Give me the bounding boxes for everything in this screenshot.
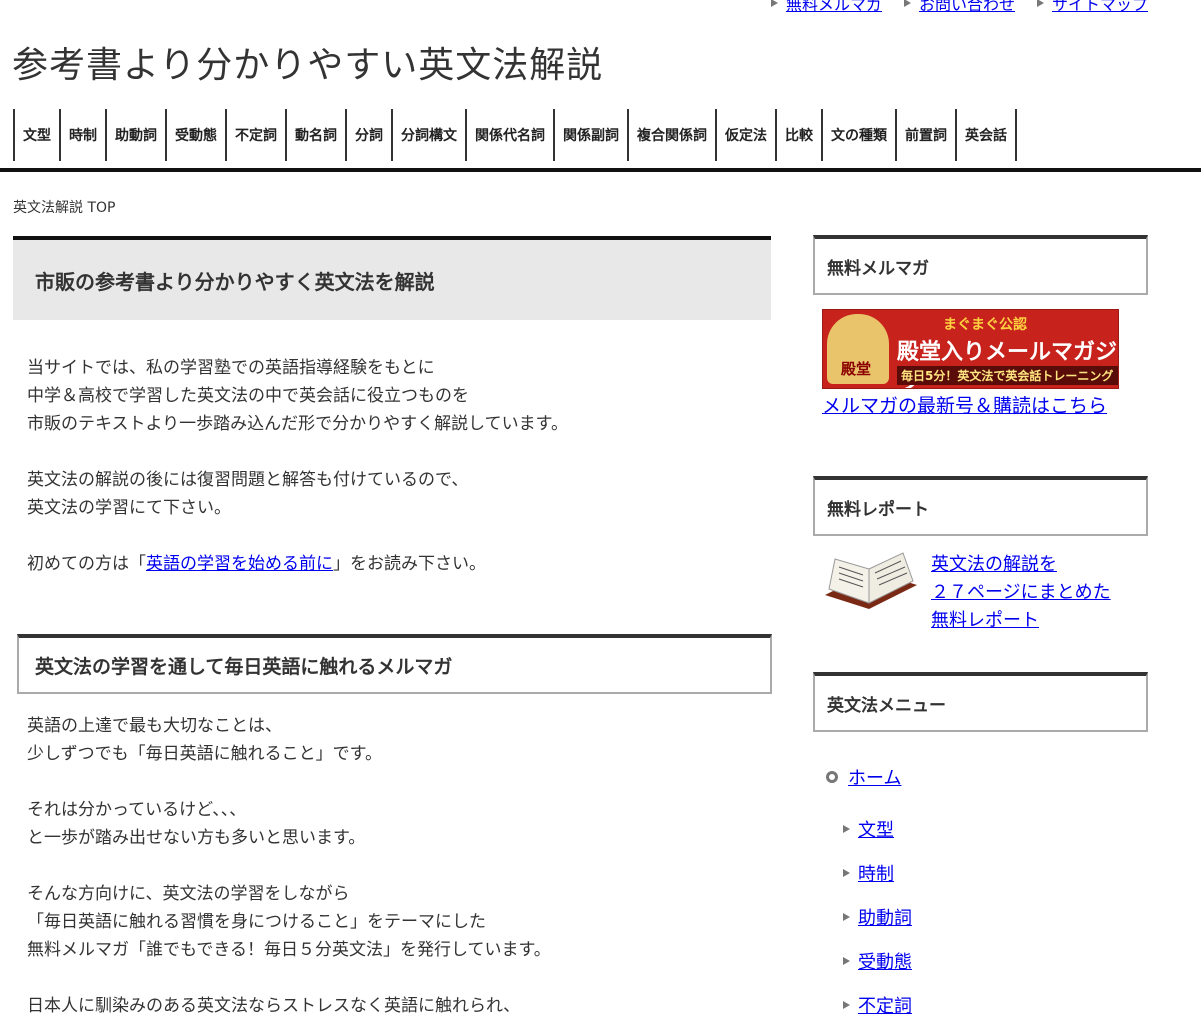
menu-item[interactable]: 受動態 xyxy=(843,948,912,974)
nav-item-kateihou[interactable]: 仮定法 xyxy=(715,109,775,161)
first-visit-suffix: 」をお読み下さい。 xyxy=(333,554,486,574)
mascot-icon: 殿堂 xyxy=(827,314,889,384)
nav-item-doumeishi[interactable]: 動名詞 xyxy=(285,109,345,161)
body-line: 日本人に馴染みのある英文法ならストレスなく英語に触れられ、 xyxy=(27,996,521,1016)
report-link-line[interactable]: ２７ページにまとめた xyxy=(931,579,1111,607)
top-links: 無料メルマガ お問い合わせ サイトマップ xyxy=(770,0,1148,15)
body-line: それは分かっているけど、、、 xyxy=(27,800,247,820)
triangle-icon xyxy=(843,869,850,877)
global-nav: 文型 時制 助動詞 受動態 不定詞 動名詞 分詞 分詞構文 関係代名詞 関係副詞… xyxy=(13,109,1017,161)
nav-item-bunshi[interactable]: 分詞 xyxy=(345,109,391,161)
top-link-contact-text[interactable]: お問い合わせ xyxy=(919,0,1015,15)
nav-item-kankei-fukushi[interactable]: 関係副詞 xyxy=(553,109,627,161)
nav-item-bunshi-koubun[interactable]: 分詞構文 xyxy=(391,109,465,161)
nav-item-fukugou-kankeishi[interactable]: 複合関係詞 xyxy=(627,109,715,161)
nav-item-jodoushi[interactable]: 助動詞 xyxy=(105,109,165,161)
menu-home-link[interactable]: ホーム xyxy=(848,764,901,790)
nav-item-kankei-daimeishi[interactable]: 関係代名詞 xyxy=(465,109,553,161)
menu-link[interactable]: 助動詞 xyxy=(858,904,912,930)
first-visit-text: 初めての方は「英語の学習を始める前に」をお読み下さい。 xyxy=(13,550,771,578)
mailmag-heading: 英文法の学習を通して毎日英語に触れるメルマガ xyxy=(17,634,772,694)
body-line: と一歩が踏み出せない方も多いと思います。 xyxy=(27,828,366,848)
report-links: 英文法の解説を ２７ページにまとめた 無料レポート xyxy=(931,551,1111,635)
first-visit-prefix: 初めての方は「 xyxy=(27,554,146,574)
top-link-mailmag-text[interactable]: 無料メルマガ xyxy=(786,0,882,15)
nav-item-bunkei[interactable]: 文型 xyxy=(13,109,59,161)
top-link-sitemap[interactable]: サイトマップ xyxy=(1036,0,1148,15)
menu-link[interactable]: 時制 xyxy=(858,860,894,886)
report-link-line[interactable]: 無料レポート xyxy=(931,607,1111,635)
menu-link[interactable]: 文型 xyxy=(858,816,894,842)
breadcrumb: 英文法解説 TOP xyxy=(13,200,116,216)
nav-item-zenchishi[interactable]: 前置詞 xyxy=(895,109,955,161)
review-line: 英文法の学習にて下さい。 xyxy=(27,498,231,518)
intro-line: 市販のテキストより一歩踏み込んだ形で分かりやすく解説しています。 xyxy=(27,414,568,434)
mailmag-widget-title: 無料メルマガ xyxy=(813,235,1148,295)
nav-item-futeishi[interactable]: 不定詞 xyxy=(225,109,285,161)
menu-item-home[interactable]: ホーム xyxy=(826,764,901,790)
triangle-icon xyxy=(1036,0,1044,7)
nav-item-bun-no-shurui[interactable]: 文の種類 xyxy=(821,109,895,161)
menu-item[interactable]: 文型 xyxy=(843,816,894,842)
menu-item[interactable]: 助動詞 xyxy=(843,904,912,930)
main-heading: 市販の参考書より分かりやすく英文法を解説 xyxy=(13,236,771,320)
top-link-mailmag[interactable]: 無料メルマガ xyxy=(770,0,882,15)
nav-divider xyxy=(0,168,1201,172)
triangle-icon xyxy=(770,0,778,7)
circle-arrow-icon xyxy=(826,771,838,783)
report-link-line[interactable]: 英文法の解説を xyxy=(931,551,1111,579)
banner-face-text: 殿堂 xyxy=(841,360,872,378)
nav-item-jisei[interactable]: 時制 xyxy=(59,109,105,161)
top-link-contact[interactable]: お問い合わせ xyxy=(903,0,1015,15)
nav-item-eikaiwa[interactable]: 英会話 xyxy=(955,109,1017,161)
intro-line: 当サイトでは、私の学習塾での英語指導経験をもとに xyxy=(27,358,435,378)
banner-sub-text: 毎日5分！英文法で英会話トレーニング xyxy=(897,366,1118,385)
site-title[interactable]: 参考書より分かりやすい英文法解説 xyxy=(12,36,603,88)
triangle-icon xyxy=(903,0,911,7)
body-line: そんな方向けに、英文法の学習をしながら xyxy=(27,884,350,904)
banner-small-text: まぐまぐ公認 xyxy=(943,317,1027,333)
review-line: 英文法の解説の後には復習問題と解答も付けているので、 xyxy=(27,470,469,490)
intro-line: 中学＆高校で学習した英文法の中で英会話に役立つものを xyxy=(27,386,469,406)
report-widget-title: 無料レポート xyxy=(813,476,1148,536)
body-line: 英語の上達で最も大切なことは、 xyxy=(27,716,282,736)
menu-link[interactable]: 受動態 xyxy=(858,948,912,974)
mailmag-banner[interactable]: 殿堂 まぐまぐ公認 殿堂入りメールマガジン 毎日5分！英文法で英会話トレーニング xyxy=(822,309,1119,389)
mailmag-subscribe-link[interactable]: メルマガの最新号＆購読はこちら xyxy=(822,391,1107,418)
menu-item[interactable]: 不定詞 xyxy=(843,992,912,1018)
body-line: 無料メルマガ「誰でもできる！毎日５分英文法」を発行しています。 xyxy=(27,940,551,960)
menu-widget-title: 英文法メニュー xyxy=(813,672,1148,732)
book-icon[interactable] xyxy=(821,551,919,621)
body-line: 少しずつでも「毎日英語に触れること」です。 xyxy=(27,744,382,764)
sidebar: 無料メルマガ 殿堂 まぐまぐ公認 殿堂入りメールマガジン 毎日5分！英文法で英会… xyxy=(813,235,1148,1017)
triangle-icon xyxy=(843,825,850,833)
body-line: 「毎日英語に触れる習慣を身につけること」をテーマにした xyxy=(27,912,486,932)
triangle-icon xyxy=(843,957,850,965)
main-content: 市販の参考書より分かりやすく英文法を解説 当サイトでは、私の学習塾での英語指導経… xyxy=(13,236,772,1020)
top-link-sitemap-text[interactable]: サイトマップ xyxy=(1052,0,1148,15)
menu-item[interactable]: 時制 xyxy=(843,860,894,886)
menu-link[interactable]: 不定詞 xyxy=(858,992,912,1018)
before-study-link[interactable]: 英語の学習を始める前に xyxy=(146,554,333,574)
triangle-icon xyxy=(843,1001,850,1009)
nav-item-hikaku[interactable]: 比較 xyxy=(775,109,821,161)
nav-item-judoutai[interactable]: 受動態 xyxy=(165,109,225,161)
triangle-icon xyxy=(843,913,850,921)
